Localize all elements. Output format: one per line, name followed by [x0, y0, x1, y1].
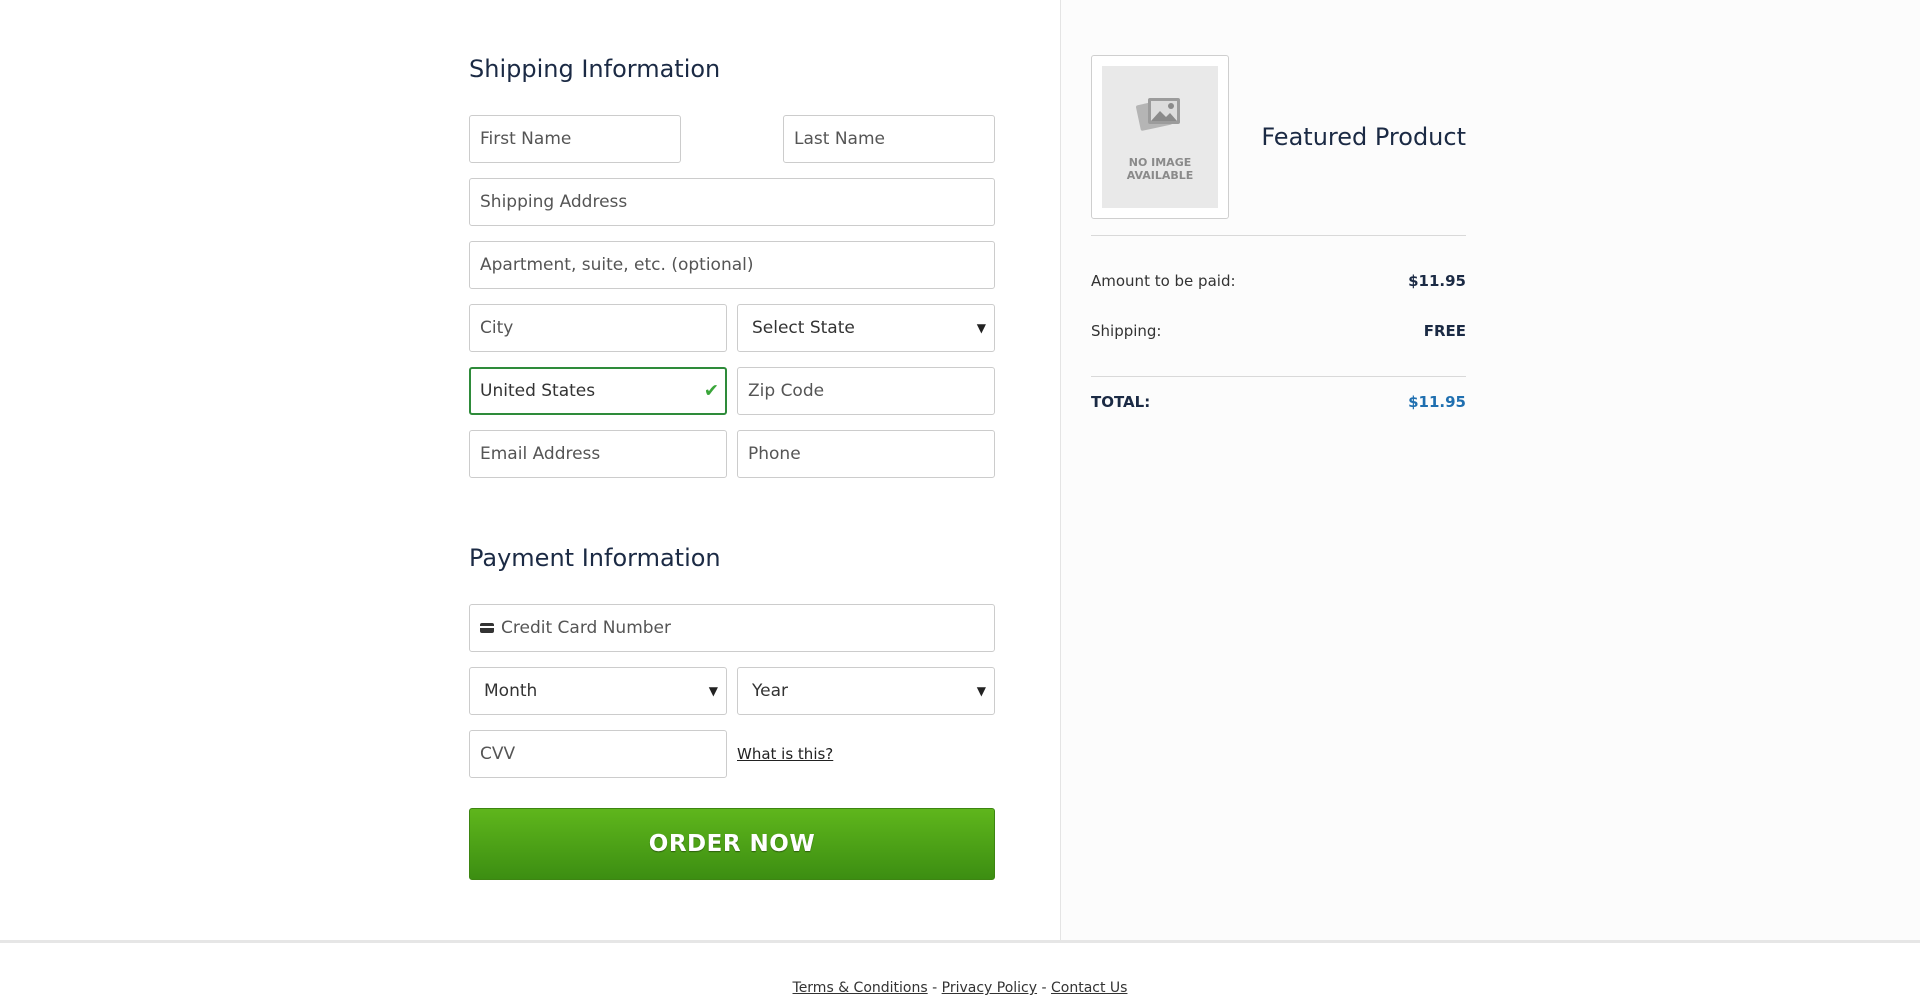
email-field[interactable]: Email Address — [469, 430, 727, 478]
payment-section-title: Payment Information — [469, 544, 721, 572]
month-select[interactable]: Month ▼ — [469, 667, 727, 715]
no-image-text: NO IMAGE AVAILABLE — [1102, 156, 1218, 182]
terms-link[interactable]: Terms & Conditions — [793, 980, 928, 996]
credit-card-field[interactable]: Credit Card Number — [469, 604, 995, 652]
city-placeholder: City — [480, 318, 514, 338]
country-value: United States — [480, 381, 596, 401]
amount-value: $11.95 — [1408, 272, 1466, 290]
privacy-link[interactable]: Privacy Policy — [942, 980, 1037, 996]
shipping-address-field[interactable]: Shipping Address — [469, 178, 995, 226]
chevron-down-icon: ▼ — [708, 684, 718, 698]
summary-divider-top — [1091, 235, 1466, 236]
state-select-value: Select State — [752, 318, 855, 338]
month-select-value: Month — [484, 681, 538, 701]
credit-card-placeholder: Credit Card Number — [501, 618, 671, 638]
order-now-button[interactable]: ORDER NOW — [469, 808, 995, 880]
country-field[interactable]: United States ✔ — [469, 367, 727, 415]
cvv-placeholder: CVV — [480, 744, 516, 764]
product-title: Featured Product — [1261, 123, 1466, 151]
phone-placeholder: Phone — [748, 444, 801, 464]
zip-code-placeholder: Zip Code — [748, 381, 825, 401]
first-name-placeholder: First Name — [480, 129, 572, 149]
no-image-placeholder: NO IMAGE AVAILABLE — [1102, 66, 1218, 208]
credit-card-icon — [480, 623, 494, 633]
apartment-field[interactable]: Apartment, suite, etc. (optional) — [469, 241, 995, 289]
state-select[interactable]: Select State ▼ — [737, 304, 995, 352]
cvv-field[interactable]: CVV — [469, 730, 727, 778]
no-image-line-1: NO IMAGE — [1128, 156, 1192, 169]
image-placeholder-icon — [1136, 98, 1180, 131]
last-name-placeholder: Last Name — [794, 129, 885, 149]
contact-link[interactable]: Contact Us — [1051, 980, 1127, 996]
apartment-placeholder: Apartment, suite, etc. (optional) — [480, 255, 754, 275]
footer-separator: - — [927, 980, 942, 996]
no-image-line-2: AVAILABLE — [1126, 169, 1194, 182]
total-label: TOTAL: — [1091, 393, 1151, 411]
email-placeholder: Email Address — [480, 444, 601, 464]
zip-code-field[interactable]: Zip Code — [737, 367, 995, 415]
product-thumbnail: NO IMAGE AVAILABLE — [1091, 55, 1229, 219]
amount-label: Amount to be paid: — [1091, 272, 1236, 290]
checkmark-icon: ✔ — [703, 380, 719, 402]
year-select[interactable]: Year ▼ — [737, 667, 995, 715]
footer-separator: - — [1037, 980, 1051, 996]
year-select-value: Year — [752, 681, 788, 701]
shipping-label: Shipping: — [1091, 322, 1162, 340]
cvv-help-link[interactable]: What is this? — [737, 745, 833, 763]
chevron-down-icon: ▼ — [976, 684, 986, 698]
footer-divider — [0, 940, 1920, 943]
chevron-down-icon: ▼ — [976, 321, 986, 335]
shipping-section-title: Shipping Information — [469, 55, 721, 83]
shipping-value: FREE — [1423, 322, 1466, 340]
total-value: $11.95 — [1408, 393, 1466, 411]
last-name-field[interactable]: Last Name — [783, 115, 995, 163]
first-name-field[interactable]: First Name — [469, 115, 681, 163]
phone-field[interactable]: Phone — [737, 430, 995, 478]
shipping-address-placeholder: Shipping Address — [480, 192, 628, 212]
summary-divider-bottom — [1091, 376, 1466, 377]
city-field[interactable]: City — [469, 304, 727, 352]
footer-links: Terms & Conditions - Privacy Policy - Co… — [0, 980, 1920, 996]
